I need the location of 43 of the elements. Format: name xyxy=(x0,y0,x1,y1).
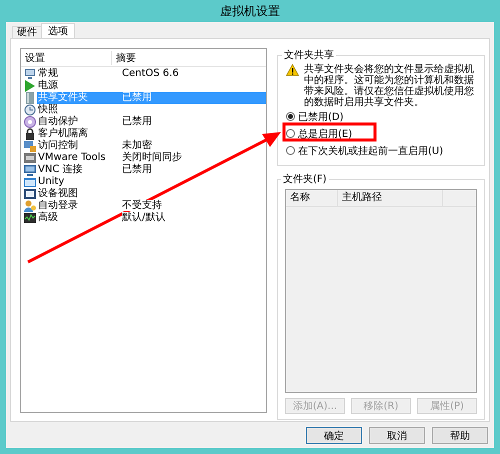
settings-list-item[interactable]: 自动登录 不受支持 xyxy=(21,200,266,212)
dialog-button[interactable]: 帮助 xyxy=(432,427,488,444)
clock-icon xyxy=(24,104,36,116)
settings-list-item[interactable]: 设备视图 xyxy=(21,188,266,200)
graph-icon xyxy=(24,212,36,224)
settings-list-item[interactable]: 访问控制 未加密 xyxy=(21,140,266,152)
monitor-icon xyxy=(24,68,36,80)
radio-button[interactable] xyxy=(286,146,295,155)
radio-button[interactable] xyxy=(286,112,295,121)
dialog-button[interactable]: 确定 xyxy=(306,427,362,444)
settings-list-item[interactable]: 电源 xyxy=(21,80,266,92)
settings-list-item[interactable]: 客户机隔离 xyxy=(21,128,266,140)
tab[interactable]: 选项 xyxy=(41,23,75,38)
radio-button[interactable] xyxy=(286,129,295,138)
column-header: 名称 xyxy=(286,190,338,206)
panel-icon xyxy=(24,188,36,200)
settings-list-item[interactable]: VNC 连接 已禁用 xyxy=(21,164,266,176)
monitor-icon xyxy=(24,164,36,176)
user-icon xyxy=(24,200,36,212)
dialog-button[interactable]: 取消 xyxy=(369,427,425,444)
disc-icon xyxy=(24,116,36,128)
settings-list-item[interactable]: Unity xyxy=(21,176,266,188)
warning-icon xyxy=(286,64,299,76)
settings-list-item[interactable]: 自动保护 已禁用 xyxy=(21,116,266,128)
group-title: 文件夹共享 xyxy=(283,48,335,62)
column-header: 摘要 xyxy=(115,52,136,64)
settings-list-item[interactable]: 快照 xyxy=(21,104,266,116)
lock-icon xyxy=(24,128,36,140)
tab[interactable]: 硬件 xyxy=(12,26,42,38)
radio-option[interactable]: 在下次关机或挂起前一直启用(U) xyxy=(286,144,444,157)
group-title: 文件夹(F) xyxy=(282,172,328,186)
column-header: 设置 xyxy=(21,50,112,64)
radio-option[interactable]: 已禁用(D) xyxy=(286,110,344,123)
warning-text: 共享文件夹会将您的文件显示给虚拟机中的程序。这可能为您的计算机和数据带来风险。请仅在您信任虚拟机使用您的数据时启用共享文件夹。 xyxy=(304,64,475,108)
settings-list-item[interactable]: 常规 CentOS 6.6 xyxy=(21,68,266,80)
window-title: 虚拟机设置 xyxy=(220,2,280,20)
settings-list-item[interactable]: VMware Tools 关闭时间同步 xyxy=(21,152,266,164)
window-icon xyxy=(24,176,36,188)
column-header: 主机路径 xyxy=(338,190,443,206)
cabinet-icon xyxy=(24,92,36,104)
play-icon xyxy=(24,80,36,92)
settings-list-item[interactable]: 高级 默认/默认 xyxy=(21,212,266,224)
radio-option[interactable]: 总是启用(E) xyxy=(286,127,352,140)
